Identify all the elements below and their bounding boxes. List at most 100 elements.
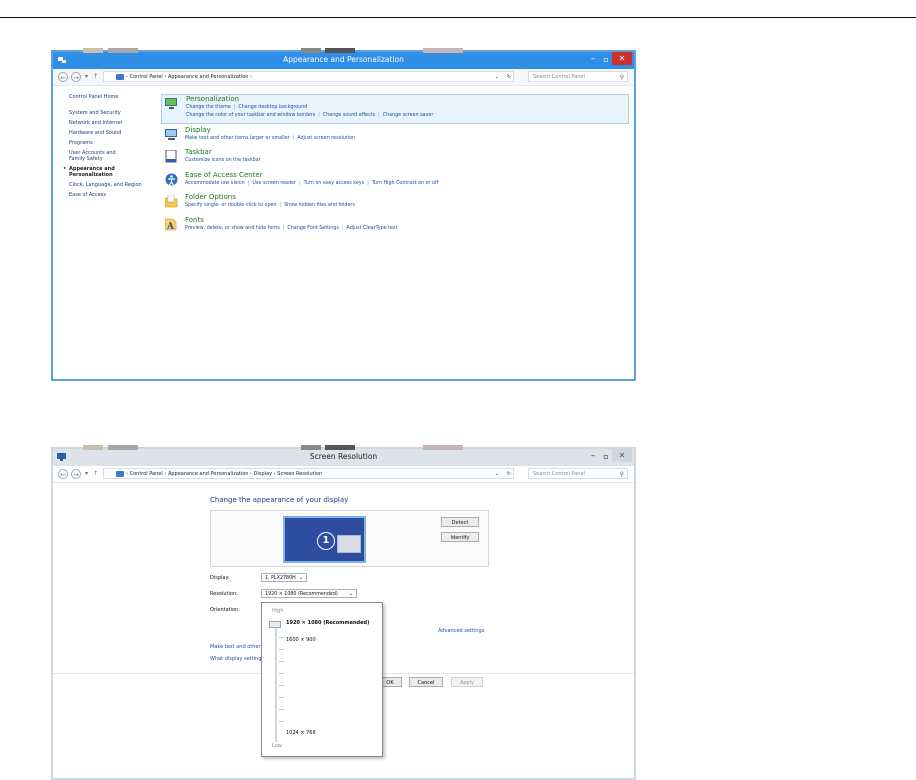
sidebar-item-programs[interactable]: Programs	[69, 140, 149, 146]
advanced-settings-link[interactable]: Advanced settings	[438, 628, 484, 634]
breadcrumb[interactable]: › Control Panel › Appearance and Persona…	[103, 71, 514, 82]
slider-track[interactable]	[275, 624, 277, 742]
link-customize-icons[interactable]: Customize icons on the taskbar	[185, 158, 261, 163]
refresh-icon[interactable]: ↻	[507, 72, 511, 83]
link-screen-resolution[interactable]: Adjust screen resolution	[297, 136, 355, 141]
sidebar-item-ease[interactable]: Ease of Access	[69, 192, 149, 198]
link-screen-reader[interactable]: Use screen reader	[252, 181, 296, 186]
monitor-arrangement-area: 1 Detect Identify	[210, 510, 489, 567]
category-heading[interactable]: Personalization	[186, 95, 239, 103]
resolution-select[interactable]: 1920 × 1080 (Recommended) ⌄	[261, 589, 357, 598]
svg-text:A: A	[166, 222, 175, 231]
page-heading: Change the appearance of your display	[210, 496, 349, 504]
sidebar-item-user-accounts[interactable]: User Accounts and Family Safety	[69, 150, 129, 162]
forward-button[interactable]: →	[71, 72, 81, 82]
sidebar-item-system-security[interactable]: System and Security	[69, 110, 149, 116]
minimize-button[interactable]: –	[586, 54, 600, 66]
display-crumb-icon	[116, 471, 124, 477]
slider-tick	[279, 673, 284, 674]
close-button[interactable]: ✕	[612, 449, 632, 462]
category-heading[interactable]: Taskbar	[185, 148, 212, 156]
dropdown-chevron-icon[interactable]: ⌄	[495, 72, 499, 83]
recent-pages-icon[interactable]: ▾	[85, 73, 88, 80]
window-title: Appearance and Personalization	[283, 55, 404, 64]
category-links: Accommodate low vision | Use screen reader…	[185, 181, 439, 186]
forward-button[interactable]: →	[71, 469, 81, 479]
sidebar: Control Panel Home System and Security N…	[63, 94, 149, 202]
minimize-button[interactable]: –	[586, 451, 600, 463]
link-taskbar-color[interactable]: Change the color of your taskbar and win…	[186, 113, 315, 118]
category-links: Customize icons on the taskbar	[185, 158, 261, 163]
breadcrumb-item[interactable]: Screen Resolution	[277, 471, 322, 477]
apply-button: Apply	[451, 677, 483, 687]
breadcrumb-item[interactable]: Appearance and Personalization	[168, 74, 249, 80]
up-icon[interactable]: ↑	[93, 73, 98, 80]
search-icon[interactable]: ⚲	[620, 469, 624, 480]
breadcrumb-item[interactable]: Display	[254, 471, 272, 477]
dropdown-chevron-icon[interactable]: ⌄	[495, 469, 499, 480]
window-title: Screen Resolution	[309, 452, 378, 461]
link-change-theme[interactable]: Change the theme	[186, 105, 231, 110]
search-input[interactable]: Search Control Panel ⚲	[528, 71, 628, 82]
slider-thumb[interactable]	[269, 621, 281, 628]
personalization-icon	[165, 98, 177, 109]
title-bar[interactable]: Screen Resolution – ▫ ✕	[53, 445, 634, 466]
sidebar-item-network[interactable]: Network and Internet	[69, 120, 149, 126]
link-sound-effects[interactable]: Change sound effects	[323, 113, 375, 118]
link-hidden-files[interactable]: Show hidden files and folders	[284, 203, 355, 208]
display-select[interactable]: 1. PLX2780H ⌄	[261, 573, 307, 582]
address-bar: ← → ▾ ↑ › Control Panel › Appearance and…	[53, 466, 634, 483]
slider-tick	[279, 685, 284, 686]
back-button[interactable]: ←	[58, 469, 68, 479]
sidebar-item-home[interactable]: Control Panel Home	[69, 94, 149, 100]
recent-pages-icon[interactable]: ▾	[85, 470, 88, 477]
slider-tick	[279, 721, 284, 722]
close-button[interactable]: ✕	[612, 52, 632, 65]
link-font-settings[interactable]: Change Font Settings	[287, 226, 339, 231]
high-label: High	[272, 608, 284, 614]
search-icon[interactable]: ⚲	[620, 72, 624, 83]
search-input[interactable]: Search Control Panel ⚲	[528, 468, 628, 479]
category-personalization: Personalization Change the theme | Change …	[161, 94, 629, 124]
text-size-link[interactable]: Make text and other	[210, 644, 261, 650]
resolution-option[interactable]: 1600 × 900	[286, 637, 316, 643]
monitor-1-tile[interactable]: 1	[283, 516, 366, 563]
category-heading[interactable]: Fonts	[185, 216, 204, 224]
link-high-contrast[interactable]: Turn High Contrast on or off	[372, 181, 438, 186]
link-easy-access-keys[interactable]: Turn on easy access keys	[304, 181, 365, 186]
sidebar-item-hardware[interactable]: Hardware and Sound	[69, 130, 149, 136]
title-bar[interactable]: Appearance and Personalization – ▫ ✕	[53, 48, 634, 69]
link-preview-fonts[interactable]: Preview, delete, or show and hide fonts	[185, 226, 280, 231]
maximize-button[interactable]: ▫	[600, 451, 612, 463]
breadcrumb-item[interactable]: Control Panel	[130, 471, 163, 477]
identify-button[interactable]: Identify	[441, 532, 479, 542]
back-button[interactable]: ←	[58, 72, 68, 82]
link-text-size[interactable]: Make text and other items larger or smal…	[185, 136, 290, 141]
what-display-settings-link[interactable]: What display setting	[210, 656, 261, 662]
slider-tick	[279, 637, 284, 638]
category-heading[interactable]: Ease of Access Center	[185, 171, 263, 179]
breadcrumb-item[interactable]: Control Panel	[130, 74, 163, 80]
detect-button[interactable]: Detect	[441, 517, 479, 527]
resolution-label: Resolution:	[210, 591, 238, 597]
cancel-button[interactable]: Cancel	[409, 677, 443, 687]
up-icon[interactable]: ↑	[93, 470, 98, 477]
monitor-graphic-icon	[337, 535, 361, 553]
category-heading[interactable]: Folder Options	[185, 193, 236, 201]
breadcrumb-item[interactable]: Appearance and Personalization	[168, 471, 249, 477]
link-click-to-open[interactable]: Specify single- or double-click to open	[185, 203, 277, 208]
category-heading[interactable]: Display	[185, 126, 211, 134]
resolution-option[interactable]: 1920 × 1080 (Recommended)	[286, 620, 369, 626]
resolution-option[interactable]: 1024 × 768	[286, 730, 316, 736]
link-screen-saver[interactable]: Change screen saver	[383, 113, 434, 118]
folder-icon	[165, 195, 178, 208]
slider-tick	[279, 649, 284, 650]
link-low-vision[interactable]: Accommodate low vision	[185, 181, 245, 186]
sidebar-item-clock[interactable]: Clock, Language, and Region	[69, 182, 149, 188]
maximize-button[interactable]: ▫	[600, 54, 612, 66]
link-cleartype[interactable]: Adjust ClearType text	[347, 226, 398, 231]
refresh-icon[interactable]: ↻	[507, 469, 511, 480]
link-desktop-background[interactable]: Change desktop background	[238, 105, 307, 110]
breadcrumb[interactable]: › Control Panel › Appearance and Persona…	[103, 468, 514, 479]
ease-of-access-icon	[165, 173, 178, 186]
